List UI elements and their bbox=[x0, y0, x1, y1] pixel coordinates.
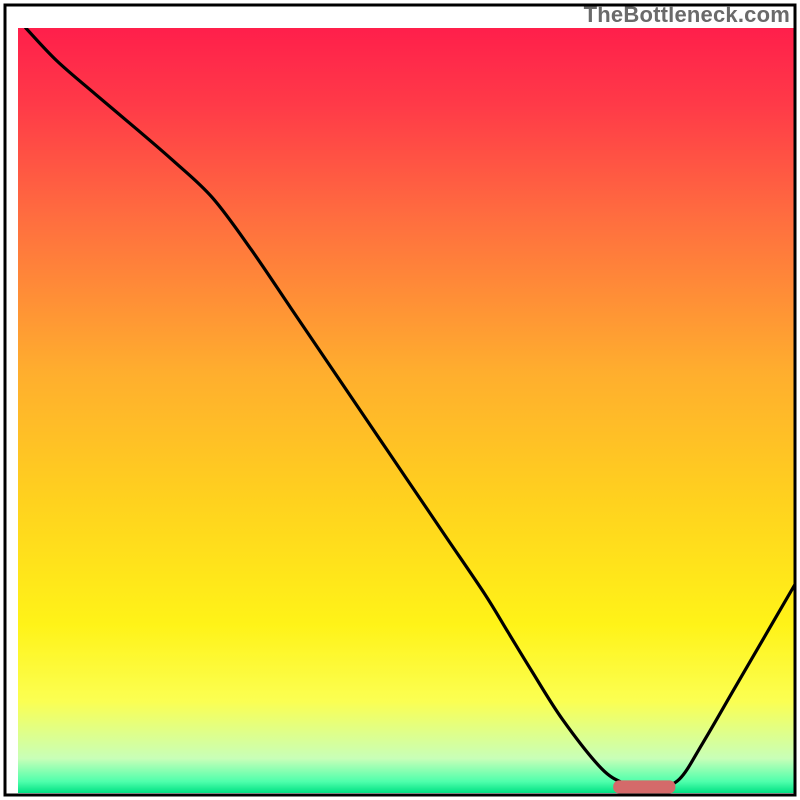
gradient-background bbox=[18, 28, 796, 793]
chart-stage: TheBottleneck.com bbox=[0, 0, 800, 800]
bottleneck-chart bbox=[0, 0, 800, 800]
optimal-zone-marker bbox=[613, 780, 675, 793]
watermark-label: TheBottleneck.com bbox=[584, 2, 790, 28]
